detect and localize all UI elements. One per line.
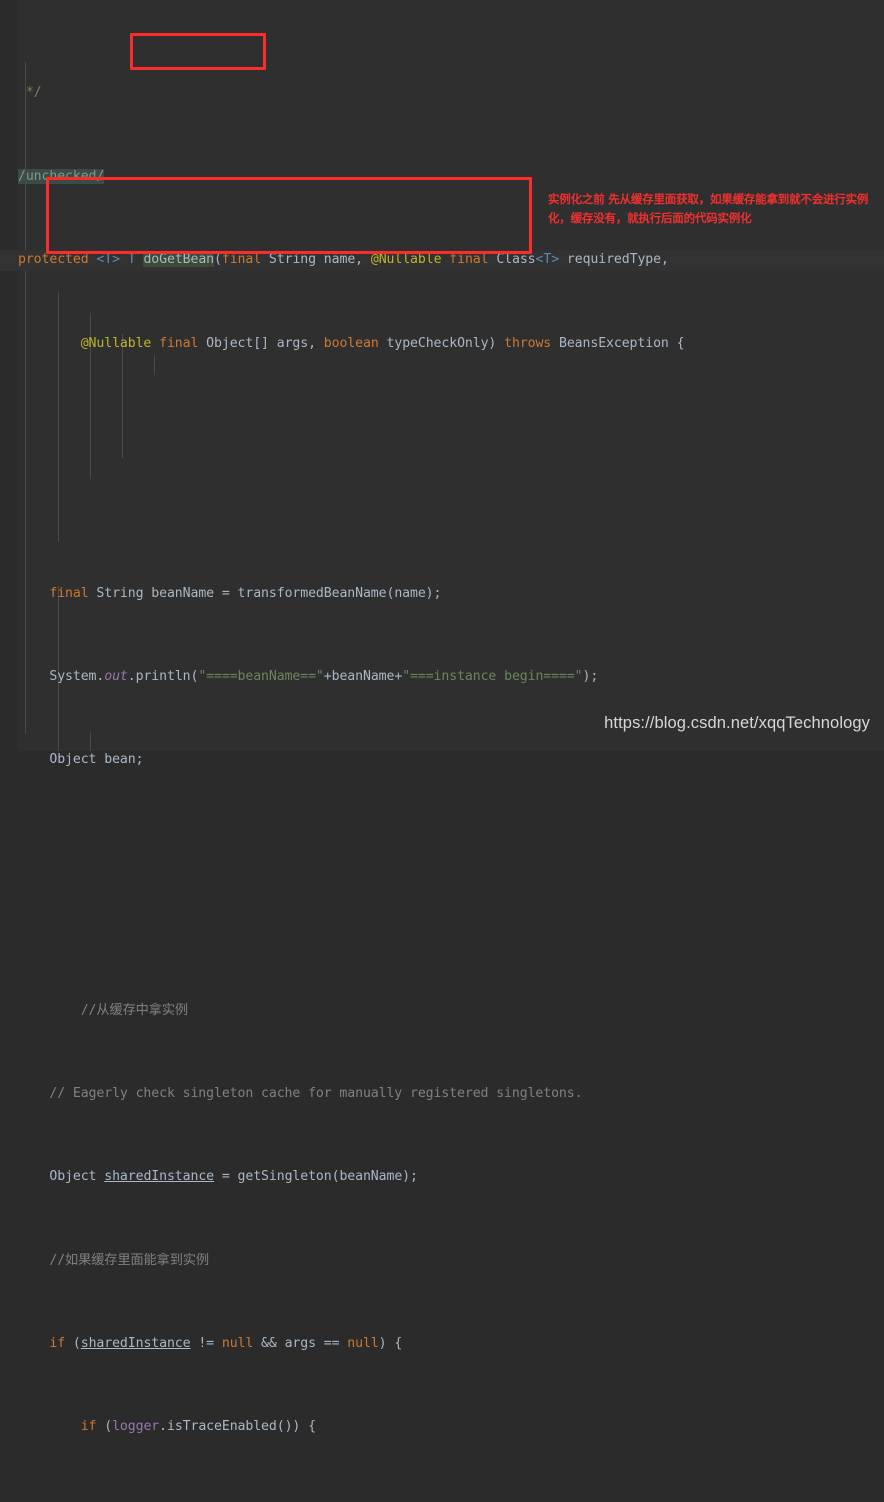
code-line[interactable]: if (logger.isTraceEnabled()) { (0, 1417, 884, 1438)
code-line[interactable]: if (isSingletonCurrentlyInCreation(beanN… (0, 1501, 884, 1502)
code-line[interactable] (0, 917, 884, 938)
code-line[interactable] (0, 500, 884, 521)
folded-region[interactable]: /unchecked/ (18, 168, 104, 184)
code-editor[interactable]: */ /unchecked/ protected <T> T doGetBean… (0, 0, 884, 1434)
code-line-comment-cn[interactable]: //如果缓存里面能拿到实例 (0, 1251, 884, 1272)
code-line[interactable]: */ (0, 83, 884, 104)
code-line[interactable] (0, 834, 884, 855)
annotation-note-red: 实例化之前 先从缓存里面获取，如果缓存能拿到就不会进行实例化，缓存没有，就执行后… (548, 192, 869, 225)
code-line-folded[interactable]: /unchecked/ (0, 167, 884, 188)
watermark-url: https://blog.csdn.net/xqqTechnology (604, 714, 870, 732)
code-line-comment-cn[interactable]: //从缓存中拿实例 (0, 1001, 884, 1022)
code-line[interactable]: if (sharedInstance != null && args == nu… (0, 1334, 884, 1355)
code-line[interactable]: @Nullable final Object[] args, boolean t… (0, 334, 884, 355)
selected-token-doGetBean[interactable]: doGetBean (143, 252, 214, 268)
code-line[interactable]: Object sharedInstance = getSingleton(bea… (0, 1167, 884, 1188)
code-line-signature[interactable]: protected <T> T doGetBean(final String n… (0, 250, 884, 271)
code-line[interactable] (0, 417, 884, 438)
code-line[interactable]: final String beanName = transformedBeanN… (0, 584, 884, 605)
code-line-comment[interactable]: // Eagerly check singleton cache for man… (0, 1084, 884, 1105)
code-line[interactable]: Object bean; (0, 750, 884, 771)
code-line[interactable]: System.out.println("====beanName=="+bean… (0, 667, 884, 688)
